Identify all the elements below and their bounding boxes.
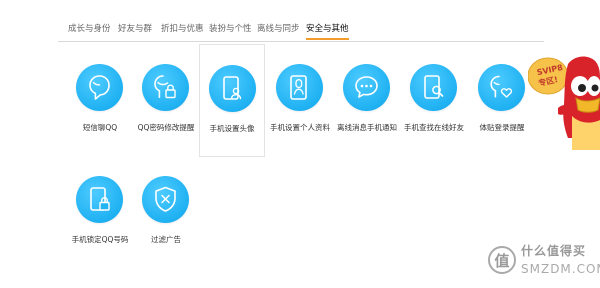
phone-lock-icon xyxy=(154,75,176,99)
feature-filter-ads[interactable]: 过滤广告 xyxy=(133,156,199,248)
tab-decoration[interactable]: 装扮与个性 xyxy=(209,22,252,34)
tab-security-other-label: 安全与其他 xyxy=(306,24,349,34)
tab-security-other[interactable]: 安全与其他 xyxy=(306,22,349,40)
svip-promo-mascot[interactable]: SVIP8 专区! xyxy=(527,50,600,150)
phone-lock-icon xyxy=(90,187,110,211)
feature-phone-set-avatar[interactable]: 手机设置头像 xyxy=(199,44,265,157)
phone-avatar-icon xyxy=(223,76,242,100)
feature-icon-circle xyxy=(478,64,525,111)
svg-text:值: 值 xyxy=(495,252,510,270)
feature-icon-circle xyxy=(142,176,189,223)
tab-friends-groups[interactable]: 好友与群 xyxy=(118,22,152,34)
smzdm-watermark: 值 什么值得买 SMZDM.COM xyxy=(485,236,600,286)
shield-x-icon xyxy=(155,186,176,212)
active-tab-indicator xyxy=(306,38,349,40)
tab-growth-identity[interactable]: 成长与身份 xyxy=(68,22,111,34)
person-chat-icon xyxy=(89,75,110,100)
category-tab-bar: 成长与身份 好友与群 折扣与优惠 装扮与个性 离线与同步 安全与其他 xyxy=(58,14,544,42)
tab-discounts[interactable]: 折扣与优惠 xyxy=(161,22,204,34)
feature-label: 过滤广告 xyxy=(151,235,181,244)
feature-icon-circle xyxy=(276,64,323,111)
feature-icon-circle xyxy=(76,64,123,111)
feature-login-reminder[interactable]: 体贴登录提醒 xyxy=(469,44,535,136)
feature-icon-circle xyxy=(410,64,457,111)
feature-icon-circle xyxy=(209,65,256,112)
watermark-line1: 什么值得买 xyxy=(521,244,587,258)
feature-icon-circle xyxy=(142,64,189,111)
qq-mascot-icon: SVIP8 专区! xyxy=(527,56,600,150)
feature-icon-circle xyxy=(343,64,390,111)
smzdm-logo-icon: 值 xyxy=(488,246,516,274)
phone-search-icon xyxy=(424,75,444,99)
feature-icon-circle xyxy=(76,176,123,223)
speech-bubble-icon xyxy=(355,76,378,98)
watermark-line2: SMZDM.COM xyxy=(521,262,600,276)
phone-profile-icon xyxy=(290,75,307,100)
tab-offline-sync[interactable]: 离线与同步 xyxy=(257,22,300,34)
person-heart-icon xyxy=(490,75,513,98)
